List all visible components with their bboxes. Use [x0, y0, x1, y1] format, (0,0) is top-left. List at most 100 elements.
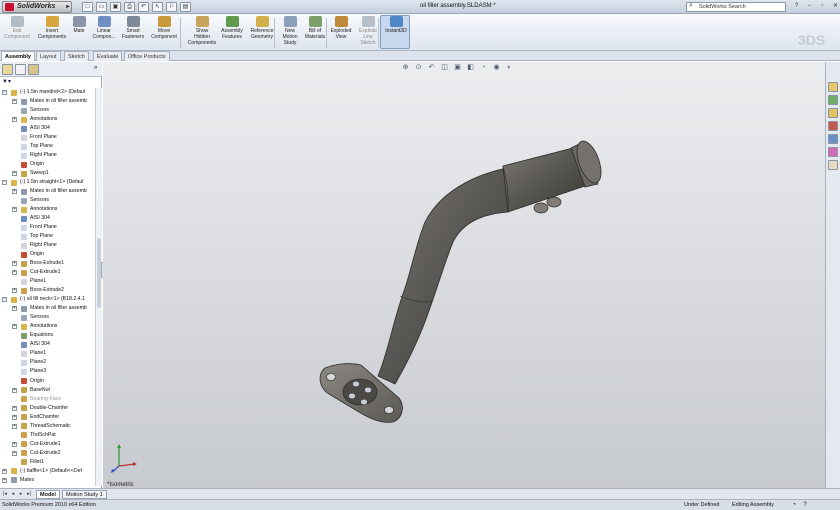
bill-of-materials-button[interactable]: Bill of Materials — [302, 16, 328, 40]
model-tab-motion-study-1[interactable]: Motion Study 1 — [62, 490, 107, 499]
expand-icon[interactable]: + — [12, 261, 17, 267]
tree-item[interactable]: + Boss-Extrude1 — [0, 259, 95, 268]
tree-item[interactable]: + Double-Chamfer — [0, 404, 95, 413]
next-tab-icon[interactable]: ▸ — [18, 491, 24, 498]
first-tab-icon[interactable]: |◂ — [2, 491, 8, 498]
print-icon[interactable]: ⎙ — [124, 2, 135, 12]
expand-icon[interactable]: + — [12, 450, 17, 456]
resources-icon[interactable] — [828, 82, 838, 92]
expand-panel-icon[interactable]: » — [94, 65, 97, 71]
view-palette-icon[interactable] — [828, 134, 838, 144]
tree-item[interactable]: + Mates in oil filler assemb — [0, 187, 95, 196]
tree-item[interactable]: Top Plane — [0, 142, 95, 151]
tree-item[interactable]: Bearing-Face — [0, 395, 95, 404]
design-library-icon[interactable] — [828, 95, 838, 105]
instant3d-button[interactable]: Instant3D — [382, 16, 410, 34]
expand-icon[interactable]: + — [12, 270, 17, 276]
collapse-icon[interactable]: − — [2, 180, 7, 186]
save-icon[interactable]: ▣ — [110, 2, 121, 12]
move-component-button[interactable]: Move Component — [148, 16, 180, 40]
tree-item[interactable]: Sensors — [0, 196, 95, 205]
options-icon[interactable]: ▤ — [180, 2, 191, 12]
tree-item[interactable]: + EndChamfer — [0, 413, 95, 422]
graphics-area[interactable]: ⊕ ⊙ ↶ ◫ ▣ ◧ ◔ ◉ ◐ *Isometric — [103, 62, 825, 488]
expand-icon[interactable]: + — [12, 117, 17, 123]
edit-component-button[interactable]: Edit Component — [1, 16, 33, 40]
smart-fasteners-button[interactable]: Smart Fasteners — [118, 16, 148, 40]
tree-item[interactable]: AISI 304 — [0, 340, 95, 349]
tree-item[interactable]: − (-) oil fill neck<1> (B18.2.4.1 — [0, 295, 95, 304]
undo-icon[interactable]: ↶ — [138, 2, 149, 12]
tree-item[interactable]: Plane2 — [0, 358, 95, 367]
propertymanager-tab-icon[interactable] — [15, 64, 26, 75]
tree-item[interactable]: Plane3 — [0, 367, 95, 376]
linear-component-pattern-button[interactable]: Linear Compon... — [90, 16, 118, 40]
expand-icon[interactable]: + — [2, 477, 7, 483]
tree-item[interactable]: + Cut-Extrude1 — [0, 268, 95, 277]
help-icon[interactable]: ? — [801, 501, 809, 509]
tree-item[interactable]: Plane1 — [0, 277, 95, 286]
filter-icon[interactable]: ▼▾ — [2, 78, 11, 85]
rebuild-icon[interactable]: ⚐ — [166, 2, 177, 12]
search-input[interactable]: ⌕ SolidWorks Search — [686, 2, 786, 12]
help-icon[interactable]: ? — [792, 2, 801, 11]
tree-item[interactable]: Origin — [0, 160, 95, 169]
appearances-icon[interactable] — [828, 147, 838, 157]
quick-tips-icon[interactable]: ◔ — [790, 501, 798, 509]
tree-item[interactable]: + (-) baffle<1> (Default<<Def — [0, 467, 95, 476]
tree-item[interactable]: Fillet1 — [0, 458, 95, 467]
new-icon[interactable]: □ — [82, 2, 93, 12]
expand-icon[interactable]: + — [12, 414, 17, 420]
close-icon[interactable]: ✕ — [831, 2, 840, 11]
tab-sketch[interactable]: Sketch — [64, 51, 89, 61]
tree-item[interactable]: ThdSchPat — [0, 431, 95, 440]
tree-item[interactable]: Sensors — [0, 313, 95, 322]
tree-item[interactable]: AISI 304 — [0, 214, 95, 223]
mate-button[interactable]: Mate — [68, 16, 90, 34]
tree-item[interactable]: + Cut-Extrude2 — [0, 449, 95, 458]
tree-item[interactable]: + Annotations — [0, 205, 95, 214]
tree-item[interactable]: Top Plane — [0, 232, 95, 241]
tree-item[interactable]: AISI 304 — [0, 124, 95, 133]
tree-item[interactable]: + Boss-Extrude2 — [0, 286, 95, 295]
configurationmanager-tab-icon[interactable] — [28, 64, 39, 75]
tree-item[interactable]: Equations — [0, 331, 95, 340]
expand-icon[interactable]: + — [2, 468, 7, 474]
tree-item[interactable]: Right Plane — [0, 241, 95, 250]
tab-evaluate[interactable]: Evaluate — [93, 51, 123, 61]
tab-layout[interactable]: Layout — [36, 51, 61, 61]
tree-item[interactable]: + Annotations — [0, 322, 95, 331]
select-icon[interactable]: ↖ — [152, 2, 163, 12]
tree-item[interactable]: + Sweep1 — [0, 169, 95, 178]
prev-tab-icon[interactable]: ◂ — [10, 491, 16, 498]
restore-icon[interactable]: ▫ — [818, 2, 827, 11]
custom-properties-icon[interactable] — [828, 160, 838, 170]
expand-icon[interactable]: + — [12, 387, 17, 393]
tree-item[interactable]: − (-) 1.5in mandrel<2> (Defaul — [0, 88, 95, 97]
last-tab-icon[interactable]: ▸| — [26, 491, 32, 498]
oil-filler-assembly-model[interactable] — [103, 62, 825, 488]
tree-item[interactable]: Front Plane — [0, 223, 95, 232]
tree-item[interactable]: − (-) 1.5in straight<1> (Defaul — [0, 178, 95, 187]
search-results-icon[interactable] — [828, 121, 838, 131]
solidworks-menu-button[interactable]: SolidWorks ▸ — [2, 1, 72, 13]
tree-item[interactable]: + Mates — [0, 476, 95, 485]
tree-item[interactable]: Plane1 — [0, 349, 95, 358]
collapse-icon[interactable]: − — [2, 297, 7, 303]
expand-icon[interactable]: + — [12, 189, 17, 195]
featuremanager-tab-icon[interactable] — [2, 64, 13, 75]
expand-icon[interactable]: + — [12, 306, 17, 312]
tree-scrollbar[interactable] — [95, 88, 102, 486]
expand-icon[interactable]: + — [12, 324, 17, 330]
open-icon[interactable]: ▭ — [96, 2, 107, 12]
file-explorer-icon[interactable] — [828, 108, 838, 118]
tree-item[interactable]: + Annotations — [0, 115, 95, 124]
insert-components-button[interactable]: Insert Components — [36, 16, 68, 40]
tab-office-products[interactable]: Office Products — [124, 51, 170, 61]
expand-icon[interactable]: + — [12, 441, 17, 447]
show-hidden-components-button[interactable]: Show Hidden Components — [186, 16, 218, 46]
tree-item[interactable]: + Cut-Extrude1 — [0, 440, 95, 449]
tree-item[interactable]: + BaseNut — [0, 386, 95, 395]
exploded-view-button[interactable]: Exploded View — [328, 16, 354, 40]
tree-item[interactable]: + Mates in oil filler assemb — [0, 97, 95, 106]
